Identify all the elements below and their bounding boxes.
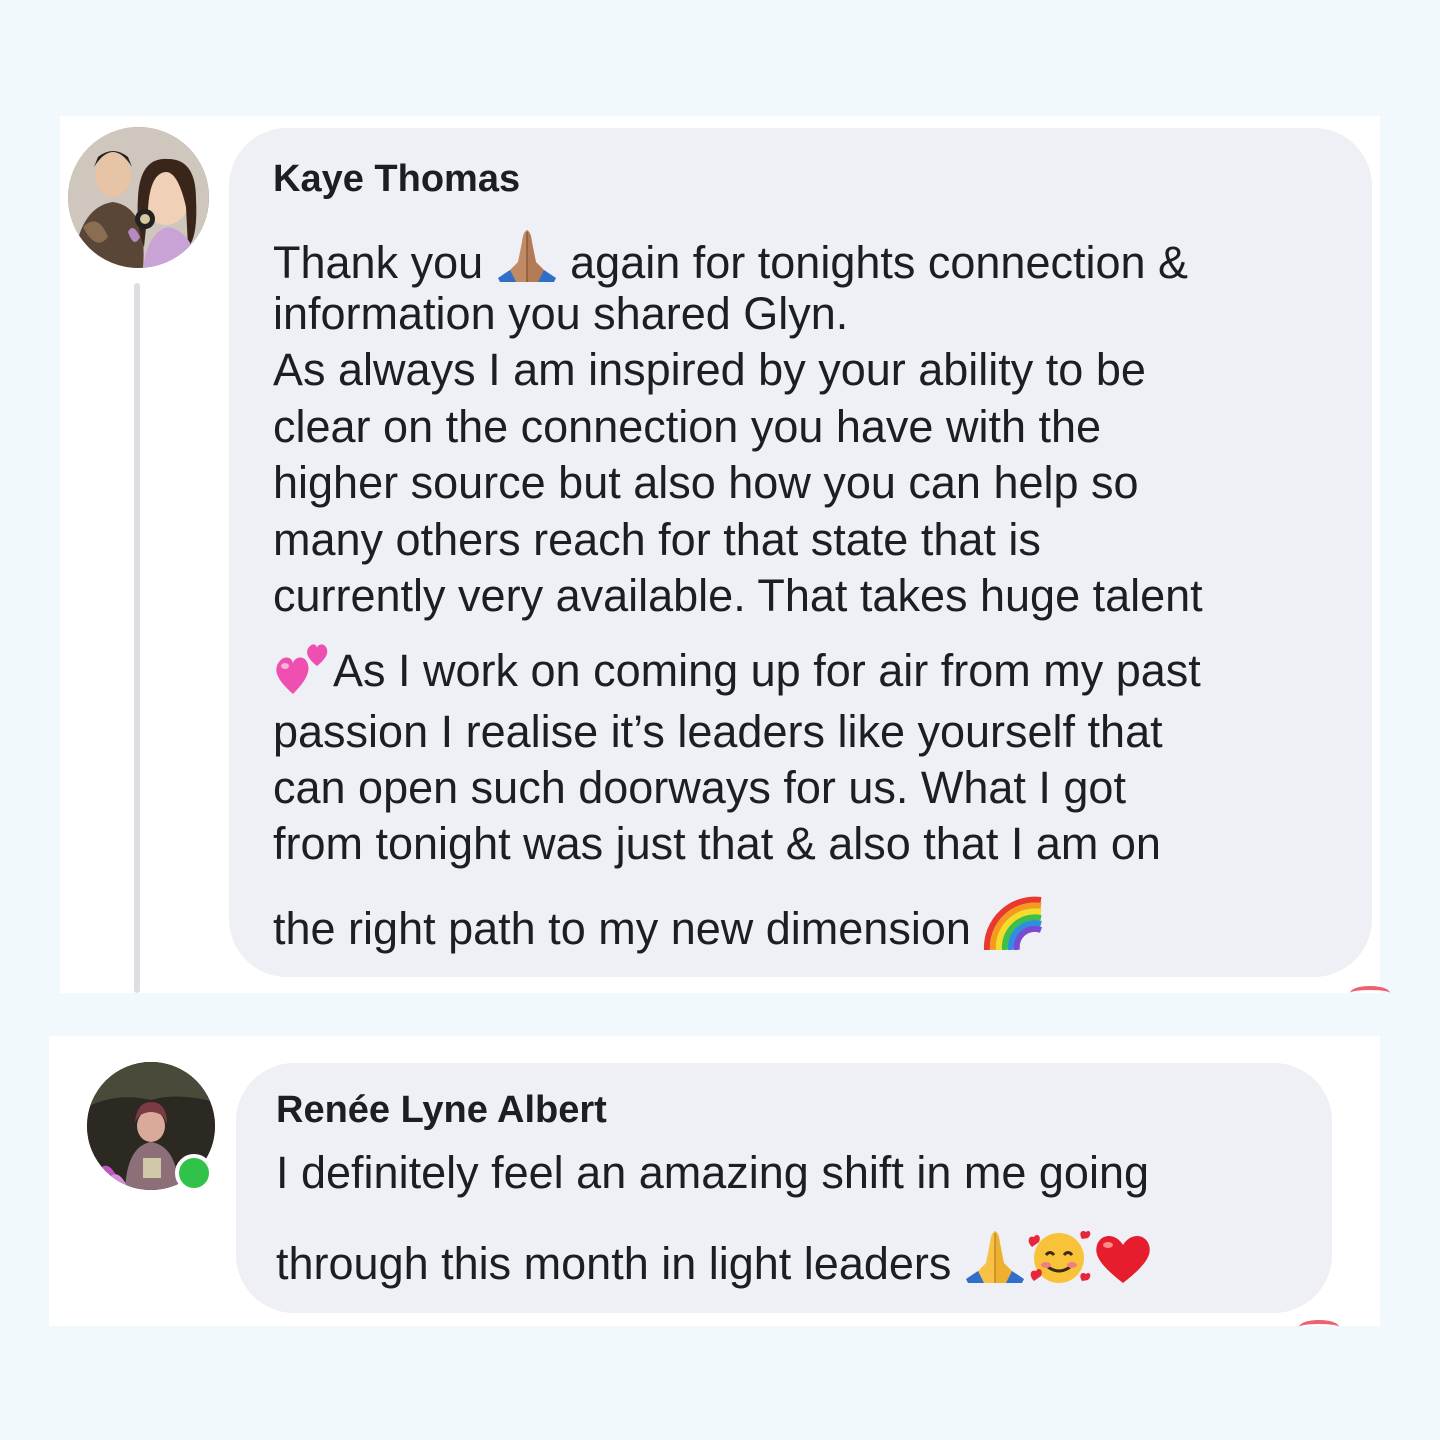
comment-text: I definitely feel an amazing shift in me… xyxy=(276,1063,1316,1313)
comment-line: Thank you again for tonights connection … xyxy=(273,228,1188,289)
comment-line: can open such doorways for us. What I go… xyxy=(273,762,1126,813)
comment-line: from tonight was just that & also that I… xyxy=(273,818,1161,869)
two-hearts-icon xyxy=(273,638,333,696)
folded-hands-icon xyxy=(496,228,558,284)
comment-line: As I work on coming up for air from my p… xyxy=(273,638,1201,697)
comment-line: many others reach for that state that is xyxy=(273,514,1041,565)
folded-hands-icon xyxy=(964,1229,1026,1285)
avatar[interactable] xyxy=(68,127,209,268)
comment-bubble: Kaye Thomas Thank you again for tonights… xyxy=(229,128,1372,977)
comment-card-renee-lyne-albert: Renée Lyne Albert I definitely feel an a… xyxy=(49,1036,1380,1326)
comment-line: through this month in light leaders xyxy=(276,1227,1154,1290)
comment-text: Thank you again for tonights connection … xyxy=(273,128,1353,977)
rainbow-icon xyxy=(983,892,1045,950)
comment-line: I definitely feel an amazing shift in me… xyxy=(276,1147,1149,1198)
comment-line: higher source but also how you can help … xyxy=(273,457,1139,508)
comment-bubble: Renée Lyne Albert I definitely feel an a… xyxy=(236,1063,1332,1313)
reaction-badge-edge xyxy=(1299,1320,1339,1334)
comment-line: currently very available. That takes hug… xyxy=(273,570,1203,621)
thread-line xyxy=(134,283,140,993)
comment-line: passion I realise it’s leaders like your… xyxy=(273,706,1163,757)
comment-line: information you shared Glyn. xyxy=(273,288,849,339)
online-status-indicator xyxy=(175,1154,213,1192)
comment-line: the right path to my new dimension xyxy=(273,892,1045,955)
comment-line: As always I am inspired by your ability … xyxy=(273,344,1146,395)
red-heart-icon xyxy=(1092,1229,1154,1285)
comment-card-kaye-thomas: Kaye Thomas Thank you again for tonights… xyxy=(60,116,1390,993)
avatar-photo-couple xyxy=(68,127,209,268)
reaction-badge-edge xyxy=(1350,986,1390,1000)
comment-line: clear on the connection you have with th… xyxy=(273,401,1102,452)
smiling-face-with-hearts-icon xyxy=(1026,1227,1092,1285)
